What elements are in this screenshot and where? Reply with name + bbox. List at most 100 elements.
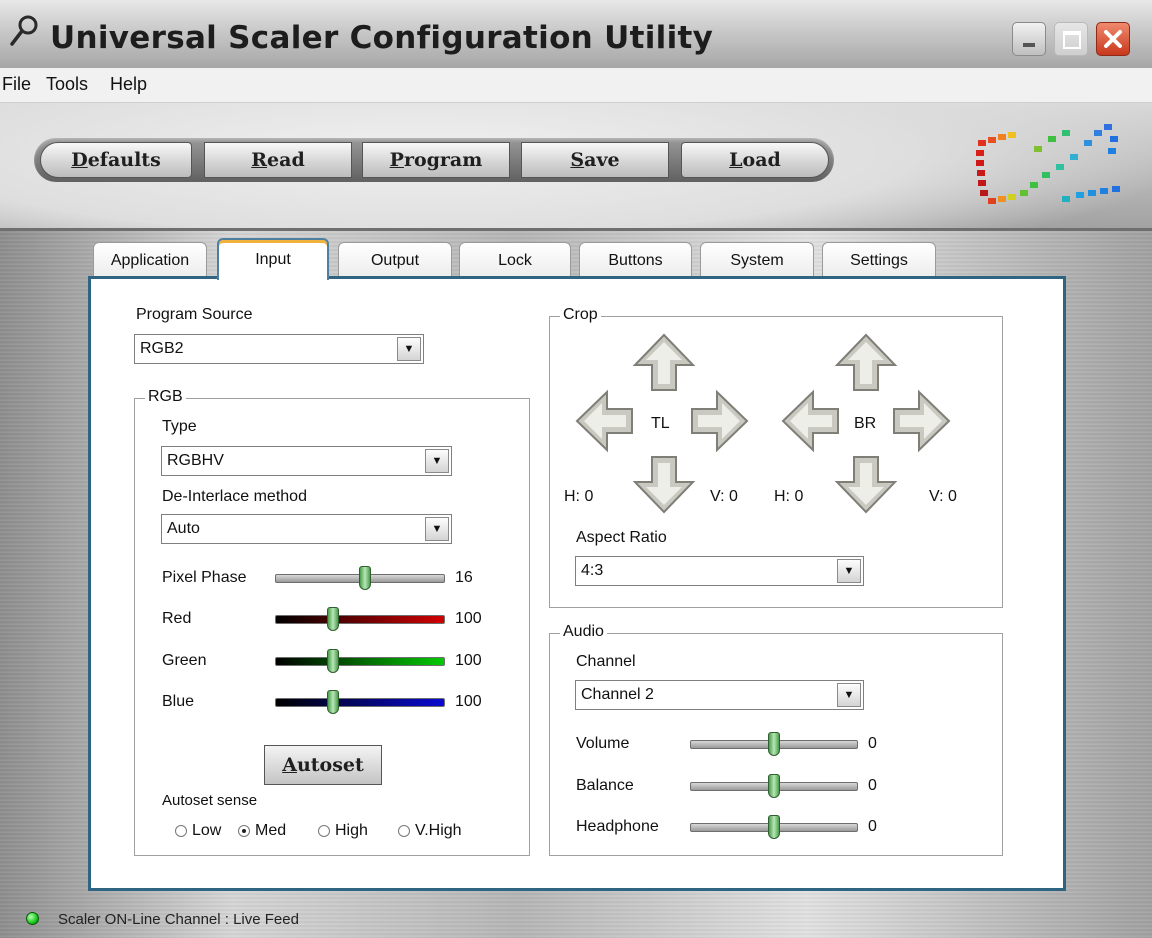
radio-dot-selected[interactable]	[238, 825, 250, 837]
red-label: Red	[162, 610, 192, 627]
close-button[interactable]	[1096, 22, 1130, 56]
title-bar[interactable]: Universal Scaler Configuration Utility	[0, 0, 1152, 68]
slider-thumb[interactable]	[326, 690, 339, 714]
program-mnemonic: P	[389, 149, 404, 171]
defaults-button[interactable]: Defaults	[40, 142, 192, 178]
radio-vhigh[interactable]: V.High	[398, 822, 462, 840]
volume-value: 0	[868, 735, 877, 752]
menu-help[interactable]: Help	[110, 74, 147, 95]
read-button[interactable]: Read	[204, 142, 352, 178]
tab-output[interactable]: Output	[338, 242, 452, 278]
tab-buttons[interactable]: Buttons	[579, 242, 692, 278]
save-mnemonic: S	[570, 149, 585, 171]
br-left-arrow-icon[interactable]	[780, 389, 842, 453]
balance-label: Balance	[576, 777, 634, 794]
magnifier-key-icon	[10, 15, 38, 46]
chevron-down-icon[interactable]: ▼	[837, 683, 861, 707]
load-button[interactable]: Load	[681, 142, 829, 178]
deinterlace-label: De-Interlace method	[162, 488, 307, 505]
br-h-value: H: 0	[774, 488, 804, 505]
aspect-ratio-value: 4:3	[581, 562, 604, 579]
radio-low-label: Low	[192, 822, 222, 839]
slider-thumb[interactable]	[326, 607, 339, 631]
headphone-label: Headphone	[576, 818, 659, 835]
program-button[interactable]: Program	[362, 142, 510, 178]
menu-file[interactable]: File	[2, 74, 31, 95]
tl-h-value: H: 0	[564, 488, 594, 505]
br-right-arrow-icon[interactable]	[890, 389, 952, 453]
tl-left-arrow-icon[interactable]	[574, 389, 636, 453]
menu-bar: File Tools Help	[0, 68, 1152, 103]
radio-high[interactable]: High	[318, 822, 368, 840]
save-button[interactable]: Save	[521, 142, 669, 178]
blue-label: Blue	[162, 693, 195, 710]
red-value: 100	[455, 610, 482, 627]
channel-select[interactable]: Channel 2 ▼	[575, 680, 864, 710]
radio-dot[interactable]	[175, 825, 187, 837]
radio-med[interactable]: Med	[238, 822, 286, 840]
status-led-icon	[26, 912, 39, 925]
tab-application[interactable]: Application	[93, 242, 207, 278]
blue-value: 100	[455, 693, 482, 710]
balance-slider[interactable]	[690, 774, 858, 798]
deinterlace-select[interactable]: Auto ▼	[161, 514, 452, 544]
tl-down-arrow-icon[interactable]	[632, 453, 696, 515]
radio-low[interactable]: Low	[175, 822, 221, 840]
defaults-mnemonic: D	[71, 149, 88, 171]
autoset-button[interactable]: Autoset	[264, 745, 382, 785]
load-label-rest: oad	[742, 149, 781, 171]
tl-v-value: V: 0	[710, 488, 738, 505]
volume-slider[interactable]	[690, 732, 858, 756]
maximize-button[interactable]	[1054, 22, 1088, 56]
autoset-sense-label: Autoset sense	[162, 792, 258, 809]
radio-vhigh-label: V.High	[415, 822, 462, 839]
type-label: Type	[162, 418, 197, 435]
tab-system[interactable]: System	[700, 242, 814, 278]
radio-dot[interactable]	[318, 825, 330, 837]
chevron-down-icon[interactable]: ▼	[425, 517, 449, 541]
minimize-button[interactable]	[1012, 22, 1046, 56]
chevron-down-icon[interactable]: ▼	[837, 559, 861, 583]
program-label-rest: rogram	[403, 149, 483, 171]
slider-thumb[interactable]	[768, 732, 780, 756]
slider-thumb[interactable]	[359, 566, 372, 590]
tab-lock[interactable]: Lock	[459, 242, 571, 278]
br-down-arrow-icon[interactable]	[834, 453, 898, 515]
status-text: Scaler ON-Line Channel : Live Feed	[58, 911, 299, 928]
program-source-value: RGB2	[140, 340, 184, 357]
balance-value: 0	[868, 777, 877, 794]
read-label-rest: ead	[267, 149, 305, 171]
program-source-label: Program Source	[136, 306, 253, 323]
radio-dot[interactable]	[398, 825, 410, 837]
tl-right-arrow-icon[interactable]	[688, 389, 750, 453]
channel-value: Channel 2	[581, 686, 654, 703]
pixel-phase-slider[interactable]	[275, 566, 445, 590]
chevron-down-icon[interactable]: ▼	[425, 449, 449, 473]
menu-tools[interactable]: Tools	[46, 74, 88, 95]
autoset-label-rest: utoset	[296, 754, 364, 776]
tab-input[interactable]: Input	[217, 238, 329, 280]
pixel-phase-label: Pixel Phase	[162, 569, 247, 586]
tab-settings[interactable]: Settings	[822, 242, 936, 278]
volume-label: Volume	[576, 735, 630, 752]
headphone-slider[interactable]	[690, 815, 858, 839]
defaults-label-rest: efaults	[87, 149, 161, 171]
tl-up-arrow-icon[interactable]	[632, 332, 696, 394]
slider-thumb[interactable]	[768, 774, 780, 798]
read-mnemonic: R	[251, 149, 268, 171]
aspect-ratio-select[interactable]: 4:3 ▼	[575, 556, 864, 586]
crop-group-label: Crop	[560, 306, 601, 324]
slider-thumb[interactable]	[326, 649, 339, 673]
pixel-phase-value: 16	[455, 569, 473, 586]
br-up-arrow-icon[interactable]	[834, 332, 898, 394]
slider-thumb[interactable]	[768, 815, 780, 839]
red-slider[interactable]	[275, 607, 445, 631]
green-slider[interactable]	[275, 649, 445, 673]
application-window: Universal Scaler Configuration Utility F…	[0, 0, 1152, 938]
save-label-rest: ave	[584, 149, 620, 171]
headphone-value: 0	[868, 818, 877, 835]
chevron-down-icon[interactable]: ▼	[397, 337, 421, 361]
program-source-select[interactable]: RGB2 ▼	[134, 334, 424, 364]
blue-slider[interactable]	[275, 690, 445, 714]
type-select[interactable]: RGBHV ▼	[161, 446, 452, 476]
